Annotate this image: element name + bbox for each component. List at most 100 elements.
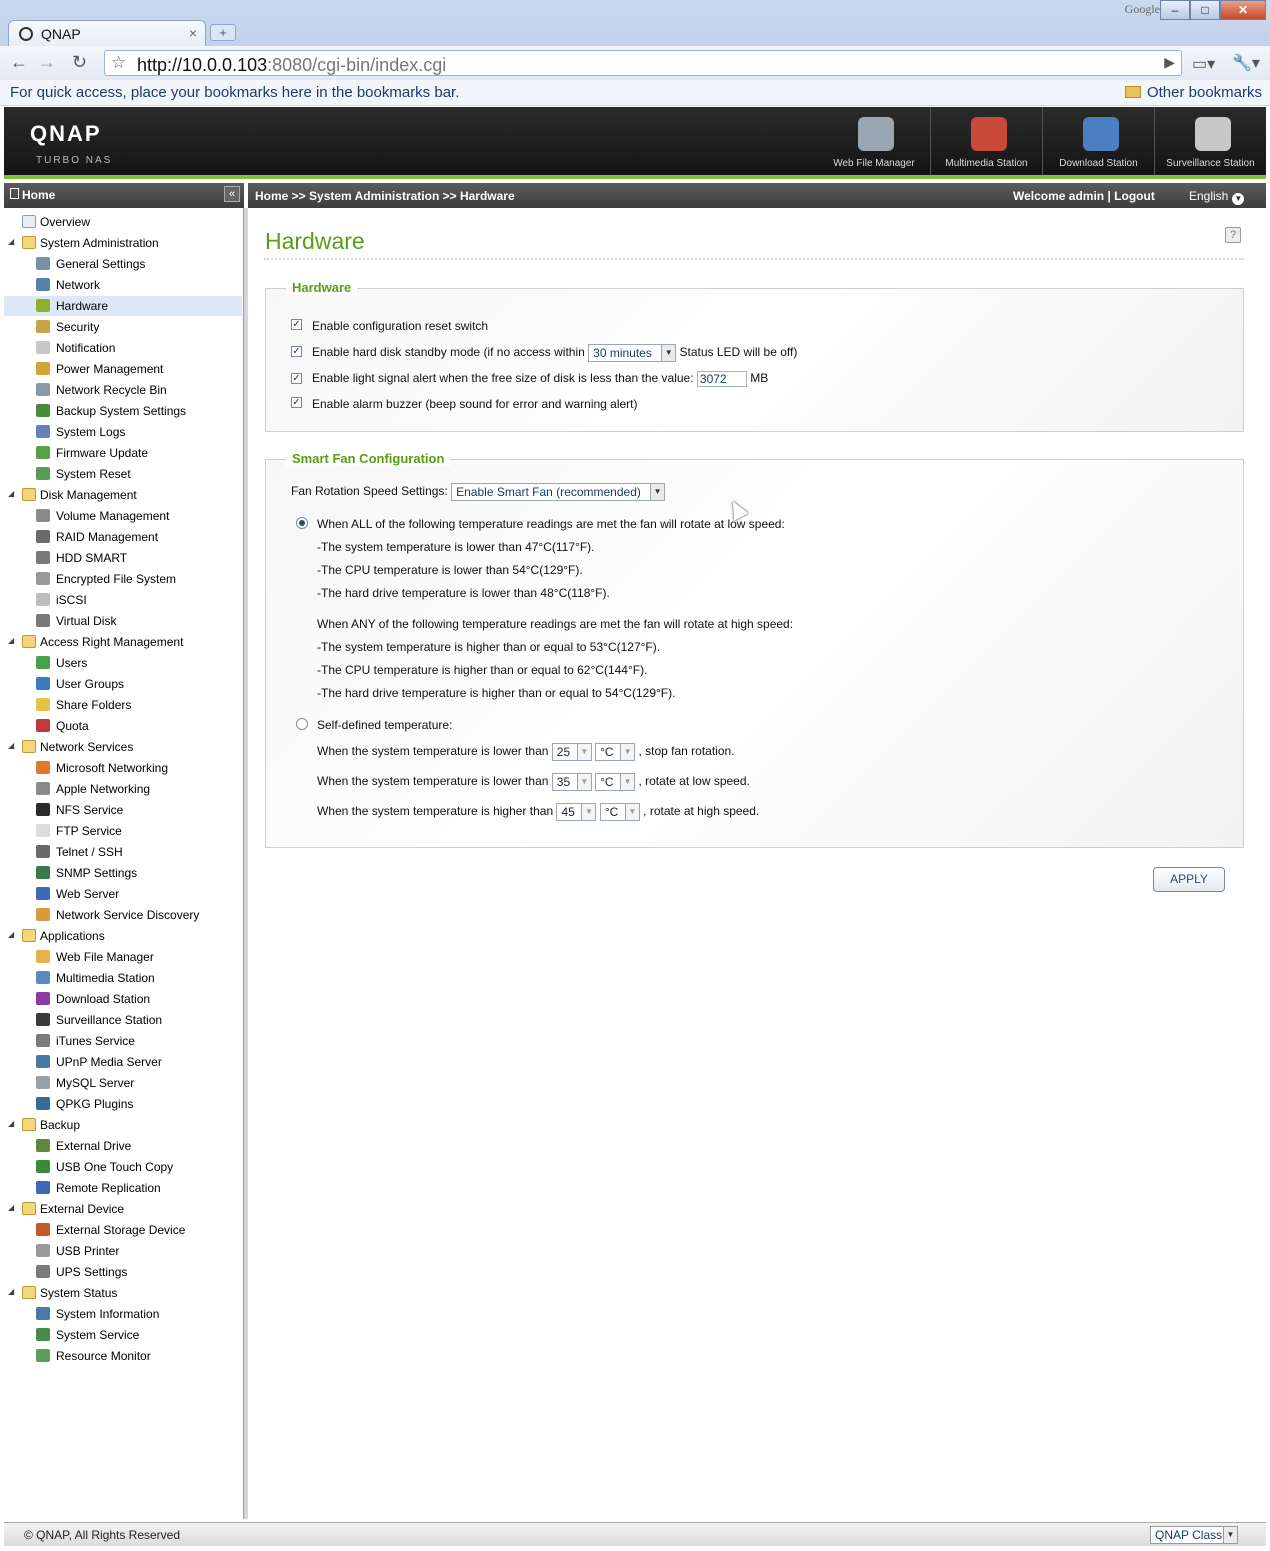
sidebar-item[interactable]: Power Management (4, 359, 242, 379)
sidebar-item[interactable]: External Drive (4, 1136, 242, 1156)
sidebar-category[interactable]: ◢ Applications (4, 926, 242, 946)
minimize-icon[interactable]: – (1160, 0, 1190, 20)
reload-icon[interactable]: ↻ (72, 52, 87, 73)
sidebar-item[interactable]: USB Printer (4, 1241, 242, 1261)
sidebar-item[interactable]: NFS Service (4, 800, 242, 820)
self-defined-radio[interactable] (296, 718, 308, 730)
sidebar-item[interactable]: UPnP Media Server (4, 1052, 242, 1072)
sidebar-item[interactable]: FTP Service (4, 821, 242, 841)
sidebar-item[interactable]: Surveillance Station (4, 1010, 242, 1030)
smart-fan-radio[interactable] (296, 517, 308, 529)
sidebar-item[interactable]: Remote Replication (4, 1178, 242, 1198)
sidebar-category[interactable]: ◢ Network Services (4, 737, 242, 757)
new-tab-button[interactable]: + (210, 24, 236, 41)
maximize-icon[interactable]: □ (1190, 0, 1220, 20)
sidebar-item[interactable]: Telnet / SSH (4, 842, 242, 862)
sidebar-item[interactable]: System Information (4, 1304, 242, 1324)
expand-arrow-icon[interactable]: ◢ (8, 237, 14, 246)
sidebar-item[interactable]: Encrypted File System (4, 569, 242, 589)
sidebar-item[interactable]: MySQL Server (4, 1073, 242, 1093)
sidebar-item[interactable]: Volume Management (4, 506, 242, 526)
expand-arrow-icon[interactable]: ◢ (8, 1287, 14, 1296)
sidebar-item[interactable]: RAID Management (4, 527, 242, 547)
sidebar-category[interactable]: ◢ Access Right Management (4, 632, 242, 652)
app-shortcut[interactable]: Web File Manager (818, 107, 930, 175)
high-unit-select[interactable]: °C ▼ (599, 803, 640, 821)
page-menu-icon[interactable]: ▭▾ (1192, 54, 1215, 74)
sidebar-item[interactable]: Resource Monitor (4, 1346, 242, 1366)
sidebar-category[interactable]: ◢ System Status (4, 1283, 242, 1303)
standby-select[interactable]: 30 minutes ▼ (588, 344, 677, 362)
theme-select[interactable]: QNAP Classic ▼ (1150, 1526, 1238, 1544)
sidebar-item[interactable]: Microsoft Networking (4, 758, 242, 778)
expand-arrow-icon[interactable]: ◢ (8, 741, 14, 750)
sidebar-item[interactable]: QPKG Plugins (4, 1094, 242, 1114)
forward-icon[interactable]: → (38, 52, 56, 73)
bookmark-star-icon[interactable]: ☆ (111, 53, 126, 73)
light-alert-checkbox[interactable]: ✓ (291, 373, 302, 384)
sidebar-item[interactable]: User Groups (4, 674, 242, 694)
home-link[interactable]: Home (22, 188, 55, 202)
sidebar-item[interactable]: iTunes Service (4, 1031, 242, 1051)
language-selector[interactable]: English ▼ (1189, 189, 1245, 205)
high-temp-select[interactable]: 45 ▼ (556, 803, 597, 821)
sidebar-item[interactable]: Share Folders (4, 695, 242, 715)
sidebar-item[interactable]: Download Station (4, 989, 242, 1009)
sidebar-item[interactable]: Firmware Update (4, 443, 242, 463)
free-size-input[interactable]: 3072 (696, 371, 747, 387)
collapse-sidebar-button[interactable]: « (224, 186, 240, 202)
app-shortcut[interactable]: Download Station (1042, 107, 1154, 175)
sidebar-item[interactable]: Multimedia Station (4, 968, 242, 988)
sidebar-item[interactable]: HDD SMART (4, 548, 242, 568)
sidebar-item[interactable]: Users (4, 653, 242, 673)
expand-arrow-icon[interactable]: ◢ (8, 930, 14, 939)
sidebar-category[interactable]: ◢ System Administration (4, 233, 242, 253)
buzzer-checkbox[interactable]: ✓ (291, 397, 302, 408)
sidebar-item[interactable]: Overview (4, 212, 242, 232)
low-temp-select[interactable]: 35 ▼ (551, 773, 592, 791)
sidebar-category[interactable]: ◢ Disk Management (4, 485, 242, 505)
sidebar-item[interactable]: Web Server (4, 884, 242, 904)
sidebar-item[interactable]: System Reset (4, 464, 242, 484)
sidebar-item[interactable]: iSCSI (4, 590, 242, 610)
sidebar-item[interactable]: Virtual Disk (4, 611, 242, 631)
sidebar-item[interactable]: USB One Touch Copy (4, 1157, 242, 1177)
sidebar-item[interactable]: SNMP Settings (4, 863, 242, 883)
expand-arrow-icon[interactable]: ◢ (8, 1203, 14, 1212)
fan-speed-select[interactable]: Enable Smart Fan (recommended) ▼ (451, 483, 666, 501)
stop-unit-select[interactable]: °C ▼ (595, 743, 636, 761)
expand-arrow-icon[interactable]: ◢ (8, 489, 14, 498)
sidebar-item[interactable]: General Settings (4, 254, 242, 274)
sidebar-category[interactable]: ◢ External Device (4, 1199, 242, 1219)
sidebar-item[interactable]: Apple Networking (4, 779, 242, 799)
wrench-icon[interactable]: 🔧▾ (1232, 53, 1260, 73)
sidebar-item[interactable]: External Storage Device (4, 1220, 242, 1240)
sidebar-item[interactable]: Network (4, 275, 242, 295)
sidebar-item[interactable]: Notification (4, 338, 242, 358)
other-bookmarks[interactable]: Other bookmarks (1124, 84, 1262, 101)
sidebar-item[interactable]: UPS Settings (4, 1262, 242, 1282)
app-shortcut[interactable]: Multimedia Station (930, 107, 1042, 175)
sidebar-item[interactable]: Hardware (4, 296, 242, 316)
reset-switch-checkbox[interactable]: ✓ (291, 319, 302, 330)
sidebar-item[interactable]: Backup System Settings (4, 401, 242, 421)
sidebar-item[interactable]: Network Recycle Bin (4, 380, 242, 400)
sidebar-category[interactable]: ◢ Backup (4, 1115, 242, 1135)
go-icon[interactable]: ▶ (1164, 54, 1175, 71)
sidebar-item[interactable]: Quota (4, 716, 242, 736)
address-bar[interactable]: ☆ http://10.0.0.103:8080/cgi-bin/index.c… (104, 50, 1182, 76)
expand-arrow-icon[interactable]: ◢ (8, 636, 14, 645)
sidebar-item[interactable]: Web File Manager (4, 947, 242, 967)
app-shortcut[interactable]: Surveillance Station (1154, 107, 1266, 175)
apply-button[interactable]: APPLY (1153, 867, 1225, 892)
stop-temp-select[interactable]: 25 ▼ (551, 743, 592, 761)
sidebar-item[interactable]: Security (4, 317, 242, 337)
tab-close-icon[interactable]: × (189, 25, 197, 41)
close-window-icon[interactable]: ✕ (1220, 0, 1266, 20)
help-icon[interactable]: ? (1225, 227, 1241, 243)
breadcrumb[interactable]: Home >> System Administration >> Hardwar… (255, 189, 515, 203)
expand-arrow-icon[interactable]: ◢ (8, 1119, 14, 1128)
standby-checkbox[interactable]: ✓ (291, 346, 302, 357)
browser-tab[interactable]: QNAP × (8, 20, 206, 46)
sidebar-item[interactable]: Network Service Discovery (4, 905, 242, 925)
